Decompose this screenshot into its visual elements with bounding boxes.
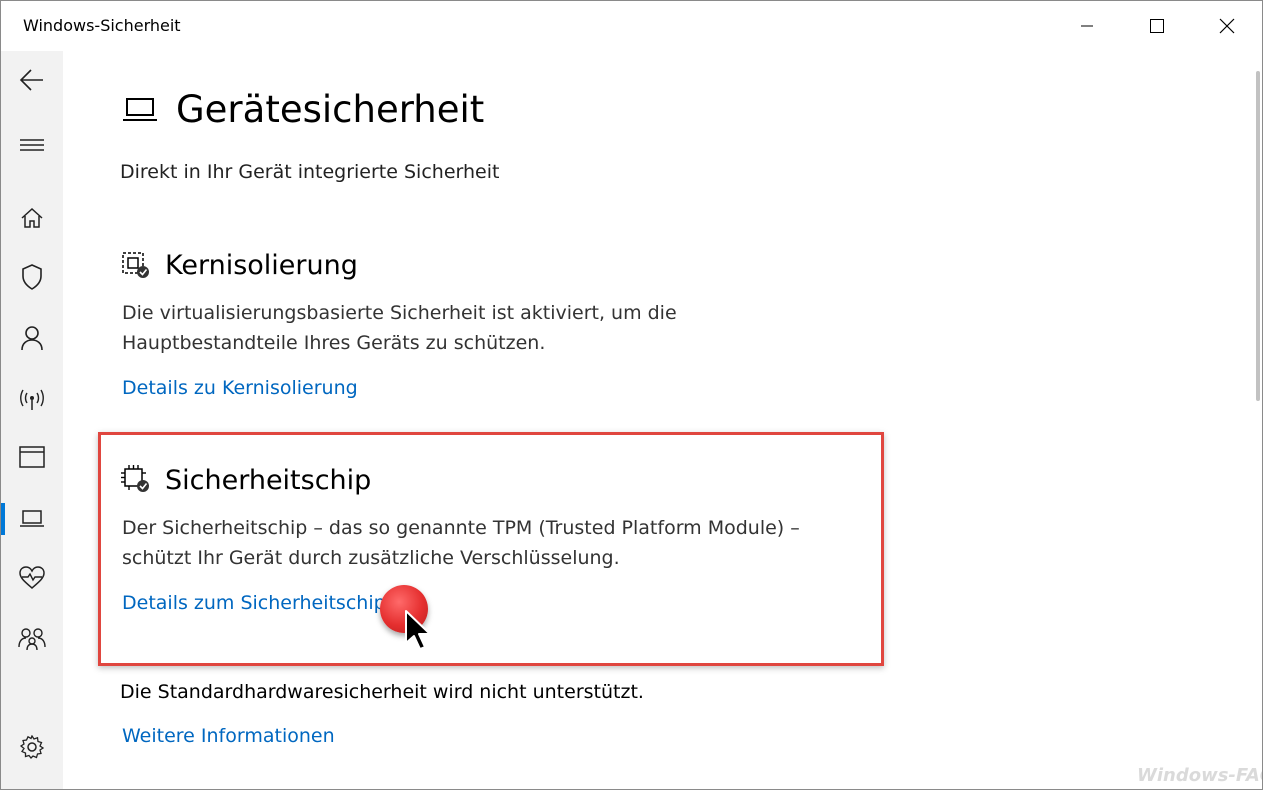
minimize-button[interactable] — [1053, 1, 1121, 51]
sidebar-item-device-security[interactable] — [1, 497, 63, 541]
gear-icon — [20, 735, 44, 759]
watermark: Windows-FAQ — [1137, 765, 1263, 786]
sidebar-item-family-options[interactable] — [1, 617, 63, 661]
maximize-button[interactable] — [1123, 1, 1191, 51]
sicherheitschip-details-link[interactable]: Details zum Sicherheitschip — [122, 592, 386, 614]
laptop-icon — [20, 510, 44, 527]
close-icon — [1219, 18, 1235, 34]
mouse-cursor-icon — [405, 610, 431, 650]
person-icon — [21, 326, 43, 351]
main-content: Gerätesicherheit Direkt in Ihr Gerät int… — [63, 51, 1253, 789]
home-icon — [21, 207, 43, 228]
kernisolierung-details-link[interactable]: Details zu Kernisolierung — [122, 377, 358, 399]
more-information-link[interactable]: Weitere Informationen — [122, 725, 335, 747]
maximize-icon — [1150, 19, 1164, 33]
standard-hardware-text: Die Standardhardwaresicherheit wird nich… — [120, 681, 644, 703]
family-icon — [18, 628, 46, 651]
sidebar — [1, 51, 63, 789]
sidebar-item-firewall[interactable] — [1, 377, 63, 421]
hamburger-menu-icon — [20, 139, 44, 151]
sidebar-item-settings[interactable] — [1, 725, 63, 769]
sicherheitschip-title: Sicherheitschip — [165, 465, 372, 496]
sidebar-item-home[interactable] — [1, 196, 63, 240]
sicherheitschip-desc-line1: Der Sicherheitschip – das so genannte TP… — [122, 517, 800, 539]
heart-pulse-icon — [19, 566, 45, 589]
window-title: Windows-Sicherheit — [23, 16, 181, 35]
page-title: Gerätesicherheit — [176, 88, 485, 131]
sidebar-item-account-protection[interactable] — [1, 316, 63, 360]
security-chip-icon — [121, 465, 149, 492]
sidebar-item-device-health[interactable] — [1, 556, 63, 600]
app-browser-icon — [19, 446, 45, 468]
wireless-antenna-icon — [20, 389, 44, 410]
windows-security-window: Windows-Sicherheit Gerätesicherheit Dire… — [0, 0, 1263, 790]
back-button[interactable] — [1, 58, 63, 102]
sidebar-item-app-browser[interactable] — [1, 435, 63, 479]
scrollbar-thumb[interactable] — [1256, 71, 1260, 401]
hamburger-menu-button[interactable] — [1, 123, 63, 167]
kernisolierung-title: Kernisolierung — [165, 250, 358, 281]
back-arrow-icon — [19, 69, 43, 91]
page-subtitle: Direkt in Ihr Gerät integrierte Sicherhe… — [120, 161, 500, 183]
core-isolation-icon — [122, 252, 149, 278]
shield-icon — [22, 264, 42, 290]
title-bar: Windows-Sicherheit — [1, 1, 1262, 51]
sidebar-item-virus-protection[interactable] — [1, 255, 63, 299]
vertical-scrollbar[interactable] — [1253, 51, 1262, 789]
laptop-icon — [123, 98, 157, 121]
minimize-icon — [1081, 25, 1093, 27]
kernisolierung-desc-line1: Die virtualisierungsbasierte Sicherheit … — [122, 302, 677, 324]
sicherheitschip-desc-line2: schützt Ihr Gerät durch zusätzliche Vers… — [122, 547, 620, 569]
kernisolierung-desc-line2: Hauptbestandteile Ihres Geräts zu schütz… — [122, 332, 546, 354]
close-button[interactable] — [1193, 1, 1261, 51]
